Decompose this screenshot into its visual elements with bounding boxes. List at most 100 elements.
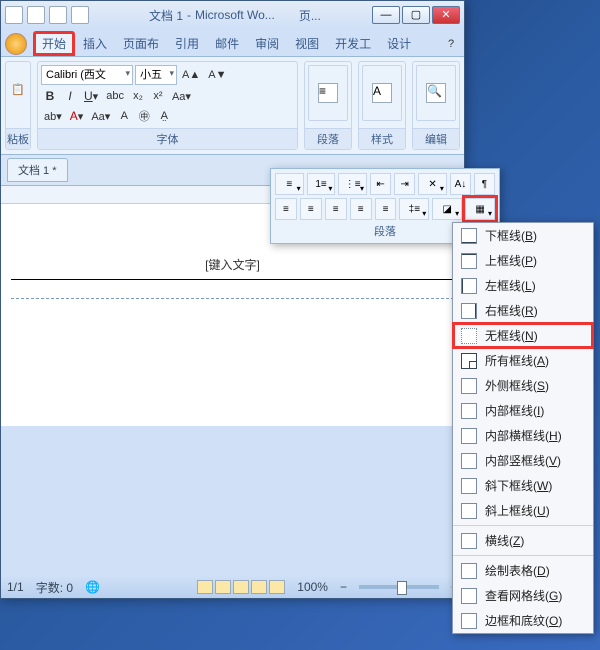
titlebar: 文档 1 - Microsoft Wo... 页... — ▢ ✕	[1, 1, 464, 29]
find-icon: 🔍	[426, 83, 446, 103]
minimize-button[interactable]: —	[372, 6, 400, 24]
tab-mailings[interactable]: 邮件	[207, 31, 247, 56]
highlight-button[interactable]: ab▾	[41, 107, 65, 125]
gridlines-icon	[461, 588, 477, 604]
view-buttons[interactable]	[197, 580, 285, 594]
qat-save-icon[interactable]	[5, 6, 23, 24]
tab-developer[interactable]: 开发工	[327, 31, 379, 56]
menu-diag-up[interactable]: 斜上框线(U)	[453, 498, 593, 523]
status-bar: 1/1 字数: 0 🌐 100% − +	[1, 576, 464, 598]
office-button[interactable]	[5, 33, 27, 55]
char-shading-button[interactable]: Aa▾	[88, 107, 113, 125]
clipboard-label: 粘板	[6, 128, 30, 149]
font-name-combo[interactable]: Calibri (西文	[41, 65, 133, 85]
font-group-label: 字体	[38, 128, 297, 149]
menu-view-gridlines[interactable]: 查看网格线(G)	[453, 583, 593, 608]
menu-borders-shading[interactable]: 边框和底纹(O)	[453, 608, 593, 633]
indent-inc-button[interactable]: ⇥	[394, 173, 415, 195]
paragraph-icon: ≡	[318, 83, 338, 103]
zoom-out-button[interactable]: −	[340, 580, 347, 594]
paste-button[interactable]: 📋	[9, 65, 27, 113]
window-controls: — ▢ ✕	[372, 6, 460, 24]
multilevel-button[interactable]: ⋮≡	[338, 173, 367, 195]
char-border-button[interactable]: A	[115, 107, 133, 125]
inside-h-icon	[461, 428, 477, 444]
ribbon-help-icon[interactable]: ?	[442, 35, 460, 53]
menu-horizontal-line[interactable]: 横线(Z)	[453, 528, 593, 553]
tab-view[interactable]: 视图	[287, 31, 327, 56]
menu-top-border[interactable]: 上框线(P)	[453, 248, 593, 273]
qat-redo-icon[interactable]	[49, 6, 67, 24]
status-lang-icon[interactable]: 🌐	[85, 580, 100, 594]
line-spacing-button[interactable]: ‡≡	[399, 198, 429, 220]
tab-review[interactable]: 审阅	[247, 31, 287, 56]
maximize-button[interactable]: ▢	[402, 6, 430, 24]
group-paragraph: ≡ 段落	[304, 61, 352, 150]
phonetic-button[interactable]: A̤	[155, 107, 173, 125]
styles-button[interactable]: A	[362, 65, 402, 121]
shrink-font-button[interactable]: A▼	[205, 66, 229, 84]
diag-up-icon	[461, 503, 477, 519]
show-marks-button[interactable]: ¶	[474, 173, 495, 195]
close-button[interactable]: ✕	[432, 6, 460, 24]
status-zoom: 100%	[297, 580, 328, 594]
numbering-button[interactable]: 1≡	[307, 173, 336, 195]
align-center-button[interactable]: ≡	[300, 198, 322, 220]
asian-layout-button[interactable]: ✕	[418, 173, 447, 195]
superscript-button[interactable]: x²	[149, 87, 167, 105]
title-extra: 页...	[299, 7, 321, 24]
border-dropdown-button[interactable]: ▦	[465, 198, 495, 220]
editing-button[interactable]: 🔍	[416, 65, 456, 121]
qat-more-icon[interactable]	[71, 6, 89, 24]
bold-button[interactable]: B	[41, 87, 59, 105]
strike-button[interactable]: abc	[103, 87, 127, 105]
menu-draw-table[interactable]: 绘制表格(D)	[453, 558, 593, 583]
menu-left-border[interactable]: 左框线(L)	[453, 273, 593, 298]
placeholder-text: [键入文字]	[205, 258, 260, 272]
menu-inside-h-border[interactable]: 内部横框线(H)	[453, 423, 593, 448]
tab-design[interactable]: 设计	[379, 31, 419, 56]
change-case-button[interactable]: Aa▾	[169, 87, 194, 105]
enclose-button[interactable]: ㊥	[135, 107, 153, 125]
ribbon: 📋 粘板 Calibri (西文 小五 A▲ A▼ B I U▾ abc x₂ …	[1, 57, 464, 155]
bullets-button[interactable]: ≡	[275, 173, 304, 195]
menu-inside-v-border[interactable]: 内部竖框线(V)	[453, 448, 593, 473]
title-doc: 文档 1	[149, 7, 183, 24]
justify-button[interactable]: ≡	[350, 198, 372, 220]
tab-home[interactable]: 开始	[33, 31, 75, 56]
tab-layout[interactable]: 页面布	[115, 31, 167, 56]
shading-button[interactable]: ◪	[432, 198, 462, 220]
menu-diag-down[interactable]: 斜下框线(W)	[453, 473, 593, 498]
styles-label: 样式	[359, 128, 405, 149]
subscript-button[interactable]: x₂	[129, 87, 147, 105]
menu-inside-borders[interactable]: 内部框线(I)	[453, 398, 593, 423]
align-right-button[interactable]: ≡	[325, 198, 347, 220]
sort-button[interactable]: A↓	[450, 173, 471, 195]
zoom-slider[interactable]	[359, 585, 439, 589]
grow-font-button[interactable]: A▲	[179, 66, 203, 84]
underline-button[interactable]: U▾	[81, 87, 101, 105]
menu-all-borders[interactable]: 所有框线(A)	[453, 348, 593, 373]
indent-dec-button[interactable]: ⇤	[370, 173, 391, 195]
group-styles: A 样式	[358, 61, 406, 150]
menu-right-border[interactable]: 右框线(R)	[453, 298, 593, 323]
menu-bottom-border[interactable]: 下框线(B)	[453, 223, 593, 248]
distribute-button[interactable]: ≡	[375, 198, 397, 220]
font-color-button[interactable]: A▾	[67, 107, 87, 125]
italic-button[interactable]: I	[61, 87, 79, 105]
menu-no-border[interactable]: 无框线(N)	[453, 323, 593, 348]
tab-references[interactable]: 引用	[167, 31, 207, 56]
inside-border-icon	[461, 403, 477, 419]
font-size-combo[interactable]: 小五	[135, 65, 177, 85]
menu-outside-borders[interactable]: 外侧框线(S)	[453, 373, 593, 398]
inside-v-icon	[461, 453, 477, 469]
group-clipboard: 📋 粘板	[5, 61, 31, 150]
paragraph-label: 段落	[305, 128, 351, 149]
tab-insert[interactable]: 插入	[75, 31, 115, 56]
title-app: Microsoft Wo...	[195, 8, 275, 22]
paragraph-button[interactable]: ≡	[308, 65, 348, 121]
diag-down-icon	[461, 478, 477, 494]
doc-tab-1[interactable]: 文档 1 *	[7, 158, 68, 182]
align-left-button[interactable]: ≡	[275, 198, 297, 220]
qat-undo-icon[interactable]	[27, 6, 45, 24]
